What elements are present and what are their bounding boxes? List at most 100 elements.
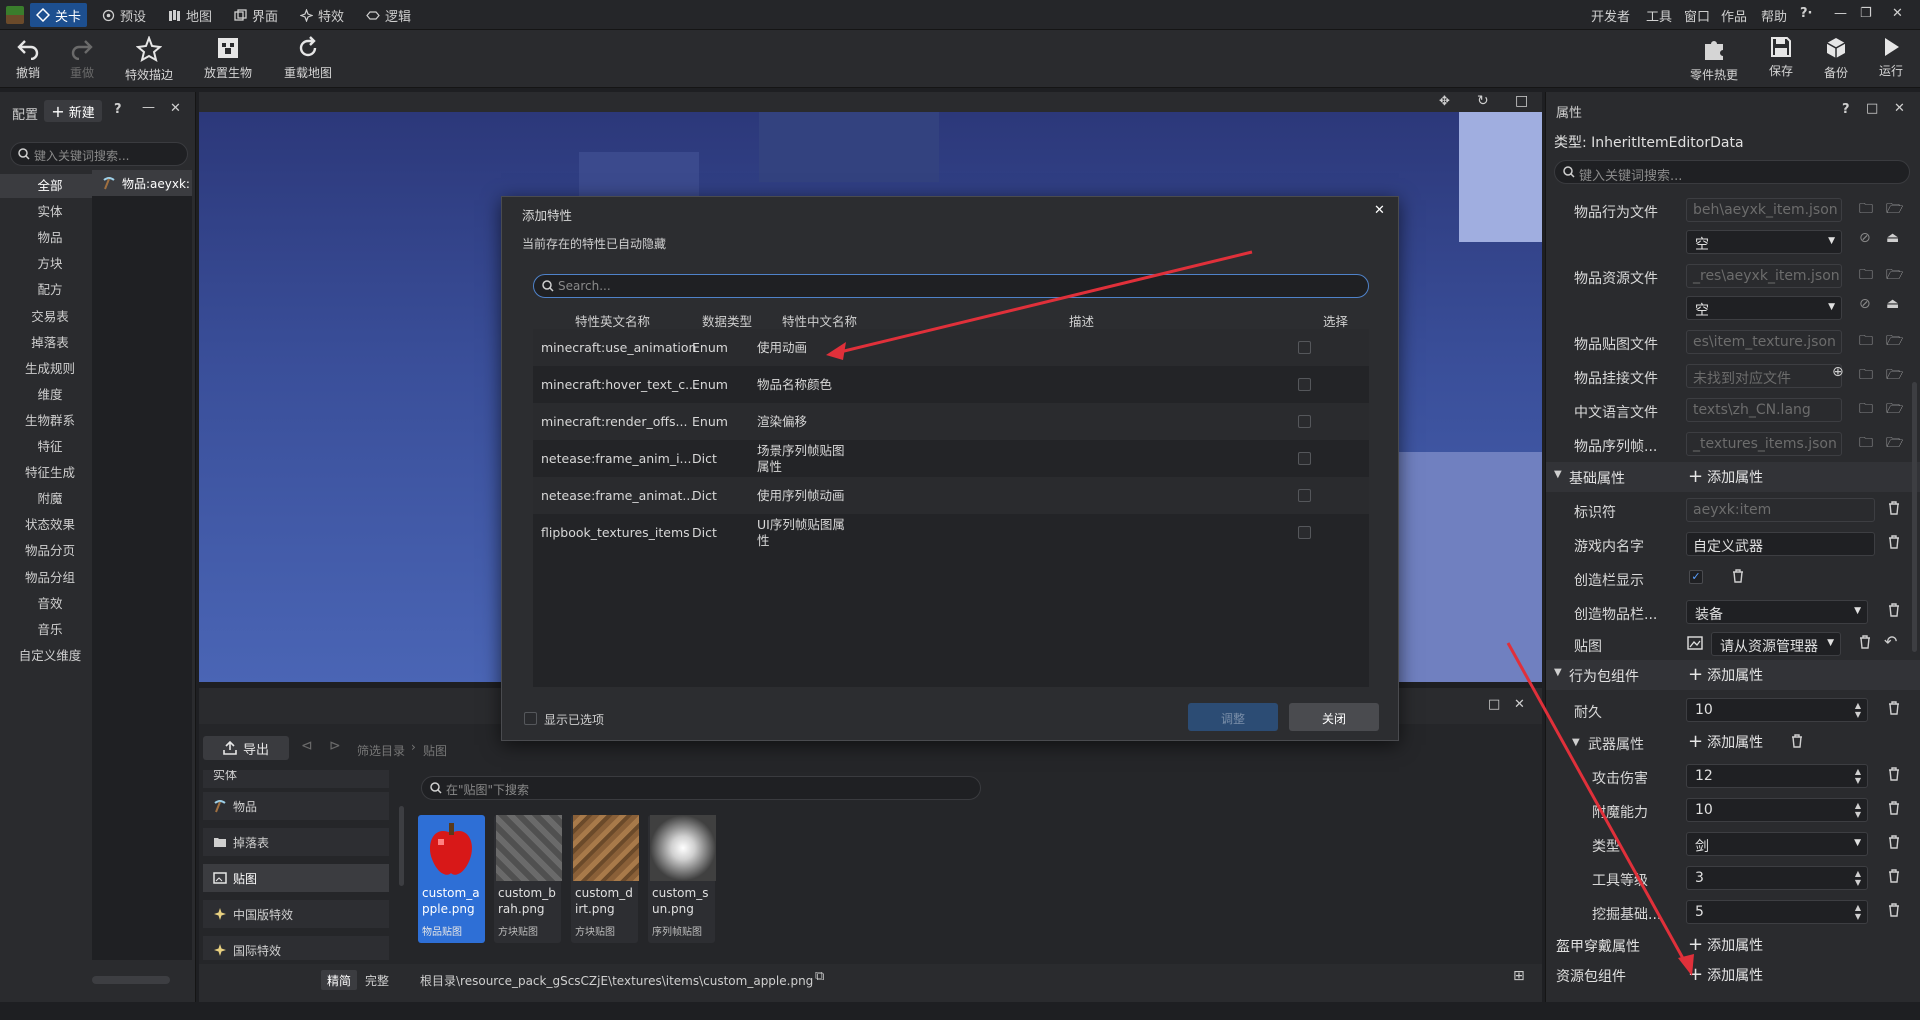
texture-select[interactable]: 请从资源管理器 ▼ bbox=[1711, 632, 1841, 656]
category-item[interactable]: 物品 bbox=[0, 226, 100, 250]
category-item[interactable]: 配方 bbox=[0, 278, 100, 302]
add-property-button[interactable]: + 添加属性 bbox=[1688, 935, 1763, 955]
stepper-arrows-icon[interactable]: ▲ ▼ bbox=[1855, 701, 1861, 719]
run-button[interactable]: 运行 bbox=[1861, 32, 1920, 86]
property-search-input[interactable]: 键入关键词搜索... bbox=[1554, 160, 1910, 184]
check-circle-icon[interactable]: ⊘ bbox=[1859, 230, 1871, 246]
resource-file-field[interactable]: _res\aeyxk_item.json bbox=[1686, 264, 1842, 288]
new-button[interactable]: + 新建 bbox=[44, 100, 102, 122]
rotate-icon[interactable]: ↻ bbox=[1477, 93, 1489, 109]
close-icon[interactable]: ✕ bbox=[1374, 203, 1385, 218]
category-item[interactable]: 交易表 bbox=[0, 305, 100, 329]
select-checkbox[interactable] bbox=[1298, 452, 1311, 465]
category-item[interactable]: 物品分页 bbox=[0, 539, 100, 563]
help-icon[interactable]: ? bbox=[1842, 102, 1850, 117]
attack-stepper[interactable]: 12 ▲ ▼ bbox=[1686, 764, 1868, 788]
category-item[interactable]: 特征生成 bbox=[0, 461, 100, 485]
category-item[interactable]: 状态效果 bbox=[0, 513, 100, 537]
table-row[interactable]: netease:frame_animat... Dict 使用序列帧动画 bbox=[533, 477, 1369, 514]
select-checkbox[interactable] bbox=[1298, 526, 1311, 539]
add-property-button[interactable]: + 添加属性 bbox=[1688, 467, 1763, 487]
breadcrumb-root[interactable]: 筛选目录 bbox=[357, 742, 405, 759]
select-checkbox[interactable] bbox=[1298, 341, 1311, 354]
grid-view-icon[interactable]: ⊞ bbox=[1513, 968, 1525, 984]
select-checkbox[interactable] bbox=[1298, 489, 1311, 502]
part-hot-reload-button[interactable]: 零件热更 bbox=[1684, 32, 1744, 86]
enchant-stepper[interactable]: 10 ▲ ▼ bbox=[1686, 798, 1868, 822]
asset-card[interactable]: custom_brah.png 方块贴图 bbox=[494, 815, 562, 943]
close-icon[interactable]: ✕ bbox=[1514, 697, 1525, 712]
trash-icon[interactable] bbox=[1888, 869, 1902, 885]
open-file-icon[interactable]: 🗀 bbox=[1859, 330, 1873, 354]
folder-icon[interactable]: 🗁 bbox=[1886, 198, 1903, 222]
open-file-icon[interactable]: 🗀 bbox=[1859, 264, 1873, 288]
category-item[interactable]: 维度 bbox=[0, 383, 100, 407]
reload-map-button[interactable]: 重载地图 bbox=[278, 32, 338, 86]
category-item[interactable]: 特征 bbox=[0, 435, 100, 459]
tree-item-selected[interactable]: 贴图 bbox=[203, 864, 389, 892]
help-icon[interactable]: ? bbox=[114, 102, 122, 117]
trash-icon[interactable] bbox=[1888, 903, 1902, 919]
add-file-icon[interactable]: ⊕ bbox=[1832, 364, 1844, 380]
trash-icon[interactable] bbox=[1888, 603, 1902, 619]
asset-search-input[interactable]: 在"贴图"下搜索 bbox=[421, 776, 981, 800]
tree-item[interactable]: 实体 bbox=[203, 770, 389, 788]
category-item[interactable]: 全部 bbox=[0, 174, 100, 198]
place-creature-button[interactable]: 放置生物 bbox=[198, 32, 258, 86]
maximize-icon[interactable]: □ bbox=[1866, 101, 1878, 116]
category-item[interactable]: 生物群系 bbox=[0, 409, 100, 433]
close-icon[interactable]: ✕ bbox=[170, 101, 181, 116]
stepper-arrows-icon[interactable]: ▲ ▼ bbox=[1855, 869, 1861, 887]
effect-stroke-button[interactable]: 特效描边 bbox=[119, 32, 179, 86]
mode-simple-button[interactable]: 精简 bbox=[321, 970, 357, 990]
category-item[interactable]: 音乐 bbox=[0, 618, 100, 642]
armor-section-header[interactable]: 盔甲穿戴属性 + 添加属性 bbox=[1546, 928, 1920, 958]
folder-icon[interactable]: 🗁 bbox=[1886, 364, 1903, 388]
forward-icon[interactable]: ⊳ bbox=[329, 738, 341, 754]
restore-icon[interactable]: ❐ bbox=[1860, 6, 1872, 21]
resource-section-header[interactable]: 资源包组件 + 添加属性 bbox=[1546, 958, 1920, 988]
table-row[interactable]: minecraft:render_offs... Enum 渲染偏移 bbox=[533, 403, 1369, 440]
close-window-icon[interactable]: ✕ bbox=[1892, 6, 1903, 21]
select-checkbox[interactable] bbox=[1298, 415, 1311, 428]
minimize-icon[interactable]: — bbox=[142, 100, 155, 115]
table-row[interactable]: flipbook_textures_items Dict UI序列帧贴图属 性 bbox=[533, 514, 1369, 551]
adjust-button[interactable]: 调整 bbox=[1188, 703, 1278, 731]
collapse-triangle-icon[interactable]: ▼ bbox=[1572, 737, 1580, 748]
menu-tools[interactable]: 工具 bbox=[1646, 6, 1672, 25]
durability-stepper[interactable]: 10 ▲ ▼ bbox=[1686, 698, 1868, 722]
select-checkbox[interactable] bbox=[1298, 378, 1311, 391]
category-item[interactable]: 方块 bbox=[0, 252, 100, 276]
game-name-field[interactable]: 自定义武器 bbox=[1686, 532, 1875, 556]
add-property-button[interactable]: + 添加属性 bbox=[1688, 732, 1763, 752]
table-row[interactable]: minecraft:hover_text_c... Enum 物品名称颜色 bbox=[533, 366, 1369, 403]
tree-item[interactable]: 掉落表 bbox=[203, 828, 389, 856]
trash-icon[interactable] bbox=[1859, 635, 1873, 651]
show-selected-checkbox[interactable] bbox=[524, 712, 537, 725]
add-property-button[interactable]: + 添加属性 bbox=[1688, 665, 1763, 685]
basic-section-header[interactable]: ▼ 基础属性 + 添加属性 bbox=[1546, 462, 1920, 492]
collapse-triangle-icon[interactable]: ▼ bbox=[1554, 469, 1562, 480]
open-file-icon[interactable]: 🗀 bbox=[1859, 198, 1873, 222]
redo-button[interactable]: 重做 bbox=[52, 32, 112, 86]
trash-icon[interactable] bbox=[1888, 835, 1902, 851]
move-icon[interactable]: ✥ bbox=[1439, 94, 1450, 109]
tab-ui[interactable]: 界面 bbox=[228, 3, 284, 27]
collapse-triangle-icon[interactable]: ▼ bbox=[1554, 667, 1562, 678]
folder-icon[interactable]: 🗁 bbox=[1886, 264, 1903, 288]
trash-icon[interactable] bbox=[1732, 569, 1746, 585]
category-item[interactable]: 实体 bbox=[0, 200, 100, 224]
trash-icon[interactable] bbox=[1888, 801, 1902, 817]
breadcrumb-current[interactable]: 贴图 bbox=[423, 742, 447, 759]
help-icon[interactable]: ?· bbox=[1800, 6, 1812, 21]
trash-icon[interactable] bbox=[1888, 501, 1902, 517]
back-icon[interactable]: ⊲ bbox=[301, 738, 313, 754]
reset-arrow-icon[interactable]: ↶ bbox=[1884, 632, 1897, 651]
category-item[interactable]: 附魔 bbox=[0, 487, 100, 511]
close-button[interactable]: 关闭 bbox=[1289, 703, 1379, 731]
open-file-icon[interactable]: 🗀 bbox=[1859, 398, 1873, 422]
minimize-icon[interactable]: — bbox=[1834, 6, 1847, 21]
list-item[interactable]: 物品:aeyxk: bbox=[92, 170, 192, 196]
search-input[interactable]: Search... bbox=[533, 274, 1369, 298]
tab-map[interactable]: 地图 bbox=[162, 3, 218, 27]
